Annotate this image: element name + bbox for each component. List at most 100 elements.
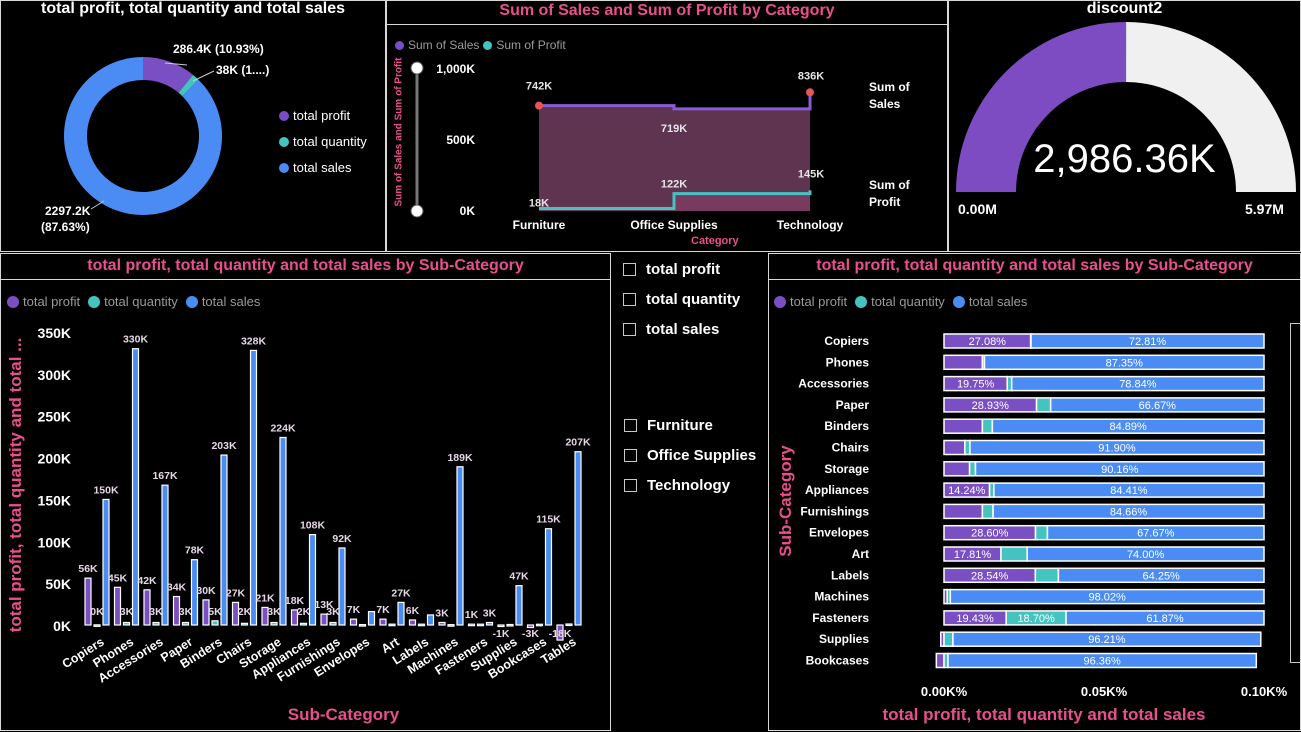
- stacked-bar-total-quantity: [981, 503, 994, 520]
- bar-ytick-label: 150K: [38, 492, 71, 508]
- bar-total-quantity: [181, 621, 190, 626]
- donut-legend-label: total quantity: [293, 134, 367, 149]
- slicer-item-total-quantity[interactable]: total quantity: [623, 291, 740, 308]
- donut-leader-line: [192, 70, 215, 82]
- bar-total-profit: [438, 621, 446, 626]
- stacked-ytick-label: Art: [852, 547, 869, 561]
- bar-data-label: 21K: [255, 592, 275, 604]
- bar-data-label: 1K: [465, 609, 479, 621]
- sales-point: [806, 88, 814, 97]
- bar-ytick-label: 0K: [53, 618, 71, 634]
- stacked-ytick-label: Copiers: [824, 334, 869, 348]
- checkbox-icon[interactable]: [624, 449, 637, 462]
- checkbox-icon[interactable]: [624, 479, 637, 492]
- slicer-item-technology[interactable]: Technology: [624, 477, 730, 494]
- bar-total-quantity: [329, 621, 337, 626]
- bar-data-label: 224K: [270, 422, 296, 434]
- bar-data-label: 2K: [297, 606, 311, 618]
- bar-panel: total profit, total quantity and total s…: [0, 253, 611, 731]
- bar-total-quantity: [447, 624, 455, 627]
- donut-legend: total profit total quantity total sales: [279, 103, 367, 181]
- line-end-profit-2: Profit: [869, 195, 901, 209]
- line-ytick-label: 0K: [460, 204, 476, 218]
- bar-data-label: 34K: [167, 582, 187, 594]
- bar-data-label: 3K: [179, 606, 193, 618]
- bar-xlabel: Sub-Category: [287, 705, 400, 724]
- bar-data-label: 328K: [241, 335, 267, 347]
- legend-dot-icon: [279, 137, 289, 147]
- stacked-data-label: 87.35%: [1106, 357, 1144, 369]
- slicer-label: Technology: [647, 477, 731, 494]
- range-slider-handle-bottom: [410, 204, 424, 218]
- bar-total-sales: [515, 585, 523, 626]
- stacked-xtick-label: 0.10K%: [1241, 684, 1288, 699]
- bar-data-label: 7K: [347, 604, 361, 616]
- stacked-bar-total-profit: [935, 652, 945, 669]
- bar-total-sales: [574, 451, 582, 626]
- bar-total-profit: [467, 623, 476, 627]
- stacked-bar-total-quantity: [964, 439, 971, 456]
- stacked-ytick-label: Binders: [824, 419, 869, 433]
- checkbox-icon[interactable]: [623, 293, 636, 306]
- slicer-item-total-sales[interactable]: total sales: [623, 321, 719, 338]
- slicer-item-furniture[interactable]: Furniture: [624, 417, 713, 434]
- stacked-bar-total-profit: [943, 439, 966, 456]
- gauge-panel: discount2 2,986.36K 0.00M 5.97M: [948, 0, 1301, 252]
- stacked-data-label: 84.89%: [1110, 421, 1148, 433]
- stacked-scrollbar[interactable]: [1290, 323, 1300, 663]
- stacked-bar-total-quantity: [943, 631, 954, 647]
- bar-ytick-label: 100K: [38, 534, 71, 550]
- sales-data-label: 719K: [661, 123, 687, 135]
- checkbox-icon[interactable]: [624, 419, 637, 432]
- bar-data-label: 47K: [509, 571, 529, 583]
- line-chart: 1,000K 500K 0K 742K 719K 836K 18K 122K 145K Furni…: [410, 61, 844, 232]
- donut-label-profit: 286.4K (10.93%): [173, 42, 264, 56]
- donut-legend-item-sales[interactable]: total sales: [279, 155, 367, 181]
- bar-ytick-label: 50K: [45, 576, 71, 592]
- bar-total-sales: [161, 484, 169, 626]
- bar-total-sales: [397, 601, 405, 626]
- bar-data-label: 27K: [226, 587, 246, 599]
- bar-data-label: 30K: [196, 585, 216, 597]
- line-end-sales-2: Sales: [869, 97, 901, 111]
- bar-data-label: 330K: [123, 334, 149, 346]
- bar-total-quantity: [152, 621, 160, 626]
- bar-data-label: 7K: [376, 604, 390, 616]
- bar-ytick-label: 300K: [38, 367, 71, 383]
- stacked-bar-total-profit: [943, 503, 984, 520]
- stacked-ytick-label: Chairs: [832, 441, 870, 455]
- donut-legend-item-quantity[interactable]: total quantity: [279, 129, 367, 155]
- sales-point: [535, 101, 543, 110]
- bar-total-quantity: [299, 622, 308, 626]
- donut-slice-total-sales: [63, 56, 222, 215]
- stacked-data-label: 19.43%: [956, 613, 994, 625]
- profit-data-label: 122K: [661, 179, 687, 191]
- bar-total-profit: [408, 619, 417, 626]
- bar-chart: 350K300K250K200K150K100K50K0K56K0K150KCo…: [38, 325, 591, 686]
- stacked-ytick-label: Machines: [814, 590, 869, 604]
- bar-total-sales: [367, 611, 376, 626]
- bar-data-label: 92K: [332, 533, 352, 545]
- slicer-label: total quantity: [646, 291, 741, 308]
- bar-data-label: 167K: [152, 470, 178, 482]
- stacked-data-label: 72.81%: [1129, 336, 1167, 348]
- donut-panel: total profit, total quantity and total s…: [0, 0, 386, 252]
- legend-dot-icon: [279, 163, 289, 173]
- bar-total-sales: [544, 528, 553, 626]
- stacked-ytick-label: Fasteners: [812, 611, 869, 625]
- line-panel: Sum of Sales and Sum of Profit by Catego…: [386, 0, 948, 252]
- line-xtick-label: Furniture: [513, 218, 566, 232]
- slicer-label: total profit: [646, 261, 721, 278]
- checkbox-icon[interactable]: [623, 263, 636, 276]
- checkbox-icon[interactable]: [623, 323, 636, 336]
- stacked-data-label: 78.84%: [1119, 379, 1157, 391]
- donut-legend-item-profit[interactable]: total profit: [279, 103, 367, 129]
- bar-total-sales: [426, 614, 435, 626]
- bar-data-label: 3K: [120, 606, 134, 618]
- sales-data-label: 742K: [526, 81, 552, 93]
- slicer-item-office-supplies[interactable]: Office Supplies: [624, 447, 756, 464]
- stacked-data-label: 27.08%: [969, 336, 1007, 348]
- bar-data-label: 2K: [238, 606, 252, 618]
- bar-total-sales: [102, 498, 110, 626]
- slicer-item-total-profit[interactable]: total profit: [623, 261, 720, 278]
